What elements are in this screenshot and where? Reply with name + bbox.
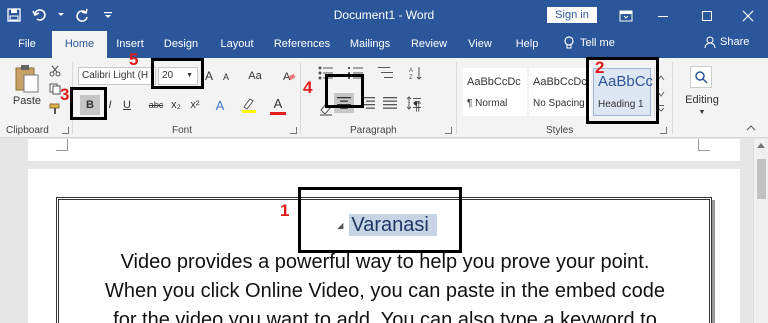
font-name-combo[interactable]: Calibri Light (H (78, 67, 156, 85)
subscript-button[interactable]: x₂ (168, 95, 184, 115)
svg-text:A: A (409, 68, 413, 74)
separator (300, 62, 301, 134)
font-group-label: Font (172, 125, 193, 136)
style-no-spacing[interactable]: AaBbCcDc No Spacing (529, 68, 591, 116)
tab-mailings[interactable]: Mailings (342, 31, 398, 58)
clipboard-dialog-launcher[interactable] (62, 127, 69, 134)
text-effects-button[interactable]: A (212, 95, 228, 115)
callout-box-center (325, 74, 364, 108)
clear-formatting-icon[interactable]: A (281, 67, 297, 85)
title-bar: Document1 - Word Sign in (0, 0, 768, 31)
show-formatting-marks-button[interactable]: ¶ (410, 95, 424, 115)
tab-help[interactable]: Help (507, 31, 547, 58)
cut-icon[interactable] (48, 64, 62, 78)
share-label: Share (720, 36, 750, 48)
chevron-down-icon[interactable]: ▼ (697, 108, 707, 116)
vertical-scrollbar[interactable] (753, 139, 768, 323)
sort-icon[interactable]: AZ (406, 64, 426, 82)
callout-number: 4 (303, 78, 313, 97)
sign-in-button[interactable]: Sign in (547, 7, 597, 23)
editing-button[interactable]: Editing (680, 92, 724, 108)
tab-references[interactable]: References (270, 31, 334, 58)
callout-number: 5 (129, 50, 139, 69)
callout-number: 1 (280, 201, 290, 220)
tell-me-label: Tell me (580, 37, 615, 49)
margin-mark (698, 139, 710, 151)
style-name: ¶ Normal (467, 98, 508, 109)
ribbon-display-options-icon[interactable] (608, 0, 644, 31)
minimize-icon[interactable] (645, 0, 681, 31)
strikethrough-button[interactable]: abc (146, 95, 166, 115)
tab-review[interactable]: Review (406, 31, 452, 58)
close-icon[interactable] (730, 0, 766, 31)
tab-view[interactable]: View (460, 31, 500, 58)
highlight-icon[interactable] (240, 95, 258, 115)
callout-number: 2 (595, 58, 605, 77)
share-button[interactable]: Share (704, 36, 749, 48)
tab-file[interactable]: File (10, 31, 44, 58)
tab-home[interactable]: Home (52, 31, 107, 58)
shrink-font-button[interactable]: A (220, 69, 232, 85)
change-case-button[interactable]: Aa (244, 67, 266, 85)
previous-page-bottom (28, 139, 740, 161)
paragraph-group-label: Paragraph (350, 125, 397, 136)
separator (672, 62, 673, 134)
tab-design[interactable]: Design (157, 31, 205, 58)
scroll-up-icon[interactable] (757, 143, 765, 148)
collapse-ribbon-icon[interactable] (744, 122, 758, 134)
paste-button[interactable]: Paste (8, 94, 46, 108)
paragraph-dialog-launcher[interactable] (445, 127, 452, 134)
paste-icon[interactable] (10, 62, 44, 96)
document-body[interactable]: Video provides a powerful way to help yo… (73, 248, 697, 323)
style-name: No Spacing (533, 98, 585, 109)
search-icon[interactable] (690, 66, 712, 88)
person-icon (704, 36, 716, 48)
tell-me-search[interactable]: Tell me (564, 36, 615, 50)
justify-icon[interactable] (380, 93, 400, 113)
maximize-icon[interactable] (689, 0, 725, 31)
multilevel-list-icon[interactable] (376, 64, 396, 82)
underline-button[interactable]: U (120, 95, 134, 115)
ribbon-tabs: File Home Insert Design Layout Reference… (0, 31, 768, 58)
callout-box-heading (298, 187, 462, 253)
callout-number: 3 (60, 85, 70, 104)
font-dialog-launcher[interactable] (290, 127, 297, 134)
grow-font-button[interactable]: A (202, 67, 216, 85)
scroll-thumb[interactable] (757, 159, 766, 199)
font-color-button[interactable]: A (270, 95, 286, 115)
callout-box-font-size (151, 58, 204, 89)
svg-text:Z: Z (409, 75, 413, 80)
body-line[interactable]: When you click Online Video, you can pas… (73, 277, 697, 306)
body-line[interactable]: for the video you want to add. You can a… (73, 306, 697, 323)
tab-layout[interactable]: Layout (212, 31, 262, 58)
styles-group-label: Styles (546, 125, 574, 136)
clipboard-group-label: Clipboard (6, 125, 49, 136)
callout-box-bold (70, 87, 107, 120)
lightbulb-icon (564, 36, 574, 49)
separator (456, 62, 457, 134)
margin-mark (56, 139, 68, 151)
style-normal[interactable]: AaBbCcDc ¶ Normal (463, 68, 527, 116)
style-sample: AaBbCcDc (467, 76, 521, 88)
superscript-button[interactable]: x² (187, 95, 203, 115)
styles-dialog-launcher[interactable] (660, 127, 667, 134)
style-sample: AaBbCcDc (533, 76, 587, 88)
